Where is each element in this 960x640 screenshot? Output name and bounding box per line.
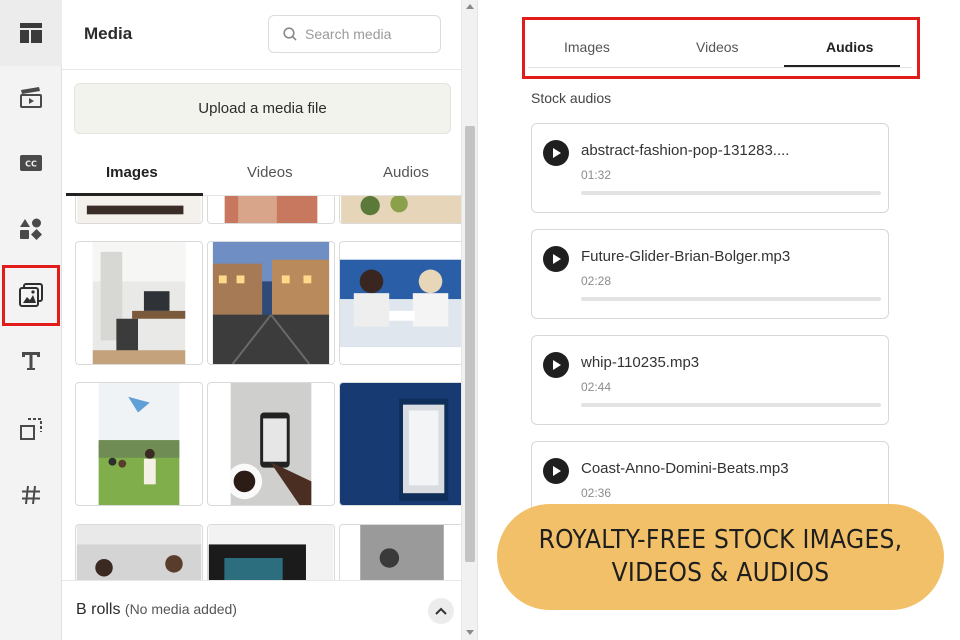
- media-thumbnail[interactable]: [75, 241, 203, 365]
- search-placeholder: Search media: [305, 26, 392, 42]
- audio-item[interactable]: abstract-fashion-pop-131283.... 01:32: [531, 123, 889, 213]
- upload-media-button[interactable]: Upload a media file: [74, 83, 451, 134]
- text-icon[interactable]: [0, 328, 62, 394]
- svg-text:CC: CC: [25, 160, 37, 169]
- media-thumbnail[interactable]: [339, 196, 461, 224]
- audio-progress-bar[interactable]: [581, 403, 881, 407]
- brolls-title: B rolls (No media added): [76, 601, 237, 619]
- audio-title: whip-110235.mp3: [581, 354, 700, 371]
- scroll-thumb[interactable]: [465, 126, 475, 562]
- brolls-section[interactable]: B rolls (No media added): [62, 580, 461, 638]
- brolls-label: B rolls: [76, 601, 121, 618]
- media-thumbnail[interactable]: [339, 241, 461, 365]
- media-thumbnail[interactable]: [75, 524, 203, 580]
- audio-duration: 02:28: [581, 274, 612, 288]
- audio-duration: 02:44: [581, 380, 612, 394]
- media-thumbnail[interactable]: [207, 524, 335, 580]
- audio-progress-bar[interactable]: [581, 191, 881, 195]
- tab-images[interactable]: Images: [106, 164, 158, 181]
- promo-banner: ROYALTY-FREE STOCK IMAGES, VIDEOS & AUDI…: [497, 504, 944, 610]
- tab-videos[interactable]: Videos: [247, 164, 293, 181]
- audio-title: abstract-fashion-pop-131283....: [581, 142, 790, 159]
- audio-duration: 01:32: [581, 168, 612, 182]
- clapperboard-icon[interactable]: [0, 64, 62, 130]
- tool-rail: CC: [0, 0, 62, 640]
- media-thumbnail[interactable]: [75, 196, 203, 224]
- banner-line-2: VIDEOS & AUDIOS: [611, 558, 830, 588]
- hashtag-icon[interactable]: [0, 462, 62, 528]
- audio-title: Coast-Anno-Domini-Beats.mp3: [581, 460, 789, 477]
- media-panel-header: Media Search media: [62, 0, 461, 70]
- banner-line-1: ROYALTY-FREE STOCK IMAGES,: [538, 525, 903, 555]
- app-root: CC Media Search media Upload a media fil…: [0, 0, 960, 640]
- media-thumbnail[interactable]: [207, 382, 335, 506]
- media-tabs: Images Videos Audios: [66, 152, 461, 196]
- search-input[interactable]: Search media: [268, 15, 441, 53]
- media-thumbnail[interactable]: [339, 382, 461, 506]
- crop-icon[interactable]: [0, 396, 62, 462]
- media-highlight-box: [2, 265, 60, 326]
- tab-audios[interactable]: Audios: [383, 164, 429, 181]
- closed-captions-icon[interactable]: CC: [0, 130, 62, 196]
- layout-icon[interactable]: [0, 0, 62, 66]
- media-thumbnail[interactable]: [207, 196, 335, 224]
- play-icon[interactable]: [543, 458, 569, 484]
- tabs-highlight-box: [522, 17, 920, 79]
- media-scrollbar[interactable]: [462, 0, 478, 640]
- brolls-status: (No media added): [124, 601, 237, 617]
- chevron-up-icon[interactable]: [428, 598, 454, 624]
- shapes-icon[interactable]: [0, 196, 62, 262]
- scroll-down-arrow-icon[interactable]: [466, 630, 474, 635]
- media-panel: Media Search media Upload a media file I…: [62, 0, 462, 640]
- play-icon[interactable]: [543, 246, 569, 272]
- play-icon[interactable]: [543, 140, 569, 166]
- audio-duration: 02:36: [581, 486, 612, 500]
- audio-title: Future-Glider-Brian-Bolger.mp3: [581, 248, 791, 265]
- media-grid: [74, 196, 461, 580]
- search-icon: [283, 27, 297, 41]
- play-icon[interactable]: [543, 352, 569, 378]
- audio-item[interactable]: Future-Glider-Brian-Bolger.mp3 02:28: [531, 229, 889, 319]
- audio-item[interactable]: whip-110235.mp3 02:44: [531, 335, 889, 425]
- page-title: Media: [84, 24, 133, 43]
- scroll-up-arrow-icon[interactable]: [466, 4, 474, 9]
- stock-audios-heading: Stock audios: [531, 90, 612, 106]
- media-thumbnail[interactable]: [339, 524, 461, 580]
- audio-progress-bar[interactable]: [581, 297, 881, 301]
- media-thumbnail[interactable]: [75, 382, 203, 506]
- media-thumbnail[interactable]: [207, 241, 335, 365]
